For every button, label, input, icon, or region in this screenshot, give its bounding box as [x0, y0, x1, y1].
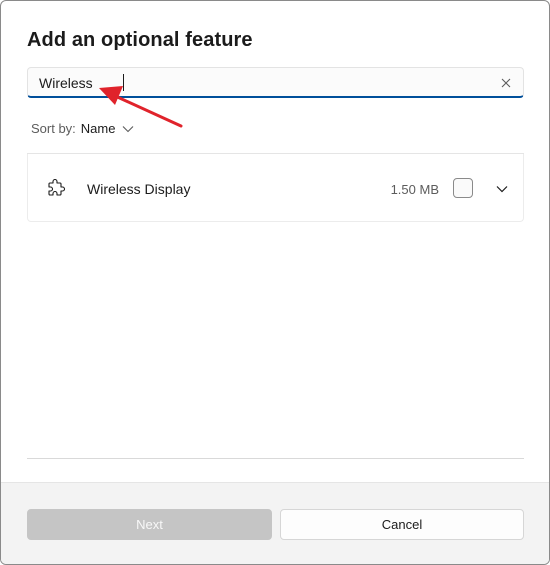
close-icon [501, 78, 511, 88]
dialog-footer: Next Cancel [1, 482, 549, 564]
list-divider-bottom [27, 458, 524, 459]
text-cursor [123, 74, 124, 91]
next-button[interactable]: Next [27, 509, 272, 540]
feature-size: 1.50 MB [390, 182, 439, 197]
dialog-title: Add an optional feature [27, 29, 253, 51]
puzzle-icon [46, 178, 66, 198]
clear-search-button[interactable] [497, 74, 515, 92]
feature-row-wireless-display[interactable]: Wireless Display 1.50 MB [27, 154, 524, 222]
chevron-down-icon [122, 125, 134, 133]
cancel-button[interactable]: Cancel [280, 509, 524, 540]
search-box[interactable] [27, 67, 524, 98]
sort-label: Sort by: [31, 121, 76, 136]
expand-feature-button[interactable] [492, 179, 512, 199]
sort-value: Name [80, 121, 116, 136]
add-optional-feature-dialog: Add an optional feature Sort by: Name Wi… [0, 0, 550, 565]
feature-checkbox[interactable] [453, 178, 473, 198]
sort-dropdown[interactable]: Sort by: Name [31, 121, 134, 136]
search-input[interactable] [28, 68, 488, 97]
chevron-down-icon [496, 186, 508, 193]
feature-name: Wireless Display [87, 181, 191, 197]
